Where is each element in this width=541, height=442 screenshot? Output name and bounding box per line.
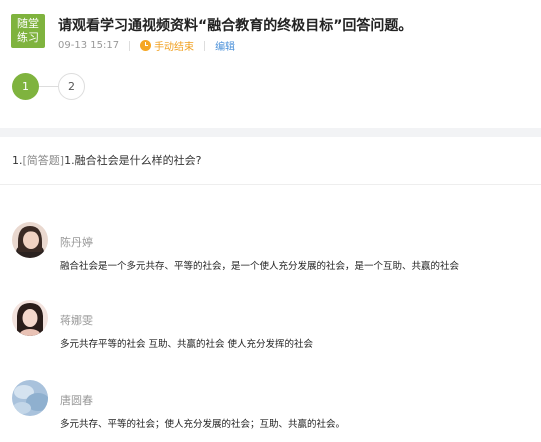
section-divider bbox=[0, 128, 541, 137]
question-divider bbox=[0, 184, 541, 185]
step-1-button[interactable]: 1 bbox=[12, 73, 39, 100]
answer-content: 融合社会是一个多元共存、平等的社会，是一个使人充分发展的社会，是一个互助、共赢的… bbox=[60, 261, 460, 272]
meta-divider bbox=[204, 40, 206, 51]
student-name: 陈丹婷 bbox=[60, 236, 93, 249]
activity-header: 随堂 练习 请观看学习通视频资料“融合教育的终极目标”回答问题。 09-13 1… bbox=[0, 0, 541, 128]
edit-link[interactable]: 编辑 bbox=[215, 38, 235, 53]
status-label: 手动结束 bbox=[154, 42, 195, 53]
clock-icon bbox=[140, 40, 152, 51]
badge-line-2: 练习 bbox=[17, 31, 39, 44]
avatar[interactable] bbox=[12, 222, 48, 258]
activity-type-badge: 随堂 练习 bbox=[11, 14, 45, 48]
step-connector bbox=[39, 86, 58, 87]
activity-title: 请观看学习通视频资料“融合教育的终极目标”回答问题。 bbox=[58, 18, 413, 34]
activity-meta: 09-13 15:17 手动结束 编辑 bbox=[58, 38, 235, 53]
badge-line-1: 随堂 bbox=[17, 17, 39, 30]
question-number: 1. bbox=[12, 154, 23, 167]
meta-divider bbox=[129, 40, 131, 51]
student-name: 蒋娜雯 bbox=[60, 314, 93, 327]
activity-time: 09-13 15:17 bbox=[58, 40, 120, 51]
avatar[interactable] bbox=[12, 300, 48, 336]
question-text: 1.[简答题]1.融合社会是什么样的社会? bbox=[12, 152, 201, 168]
step-2-button[interactable]: 2 bbox=[58, 73, 85, 100]
answer-content: 多元共存平等的社会 互助、共赢的社会 使人充分发挥的社会 bbox=[60, 339, 314, 350]
question-body: 1.融合社会是什么样的社会? bbox=[64, 154, 202, 167]
activity-status: 手动结束 bbox=[140, 38, 194, 53]
question-stepper: 1 2 bbox=[12, 73, 85, 100]
question-type: [简答题] bbox=[22, 154, 65, 167]
student-name: 唐圆春 bbox=[60, 394, 93, 407]
avatar[interactable] bbox=[12, 380, 48, 416]
answer-content: 多元共存、平等的社会；使人充分发展的社会；互助、共赢的社会。 bbox=[60, 419, 346, 430]
